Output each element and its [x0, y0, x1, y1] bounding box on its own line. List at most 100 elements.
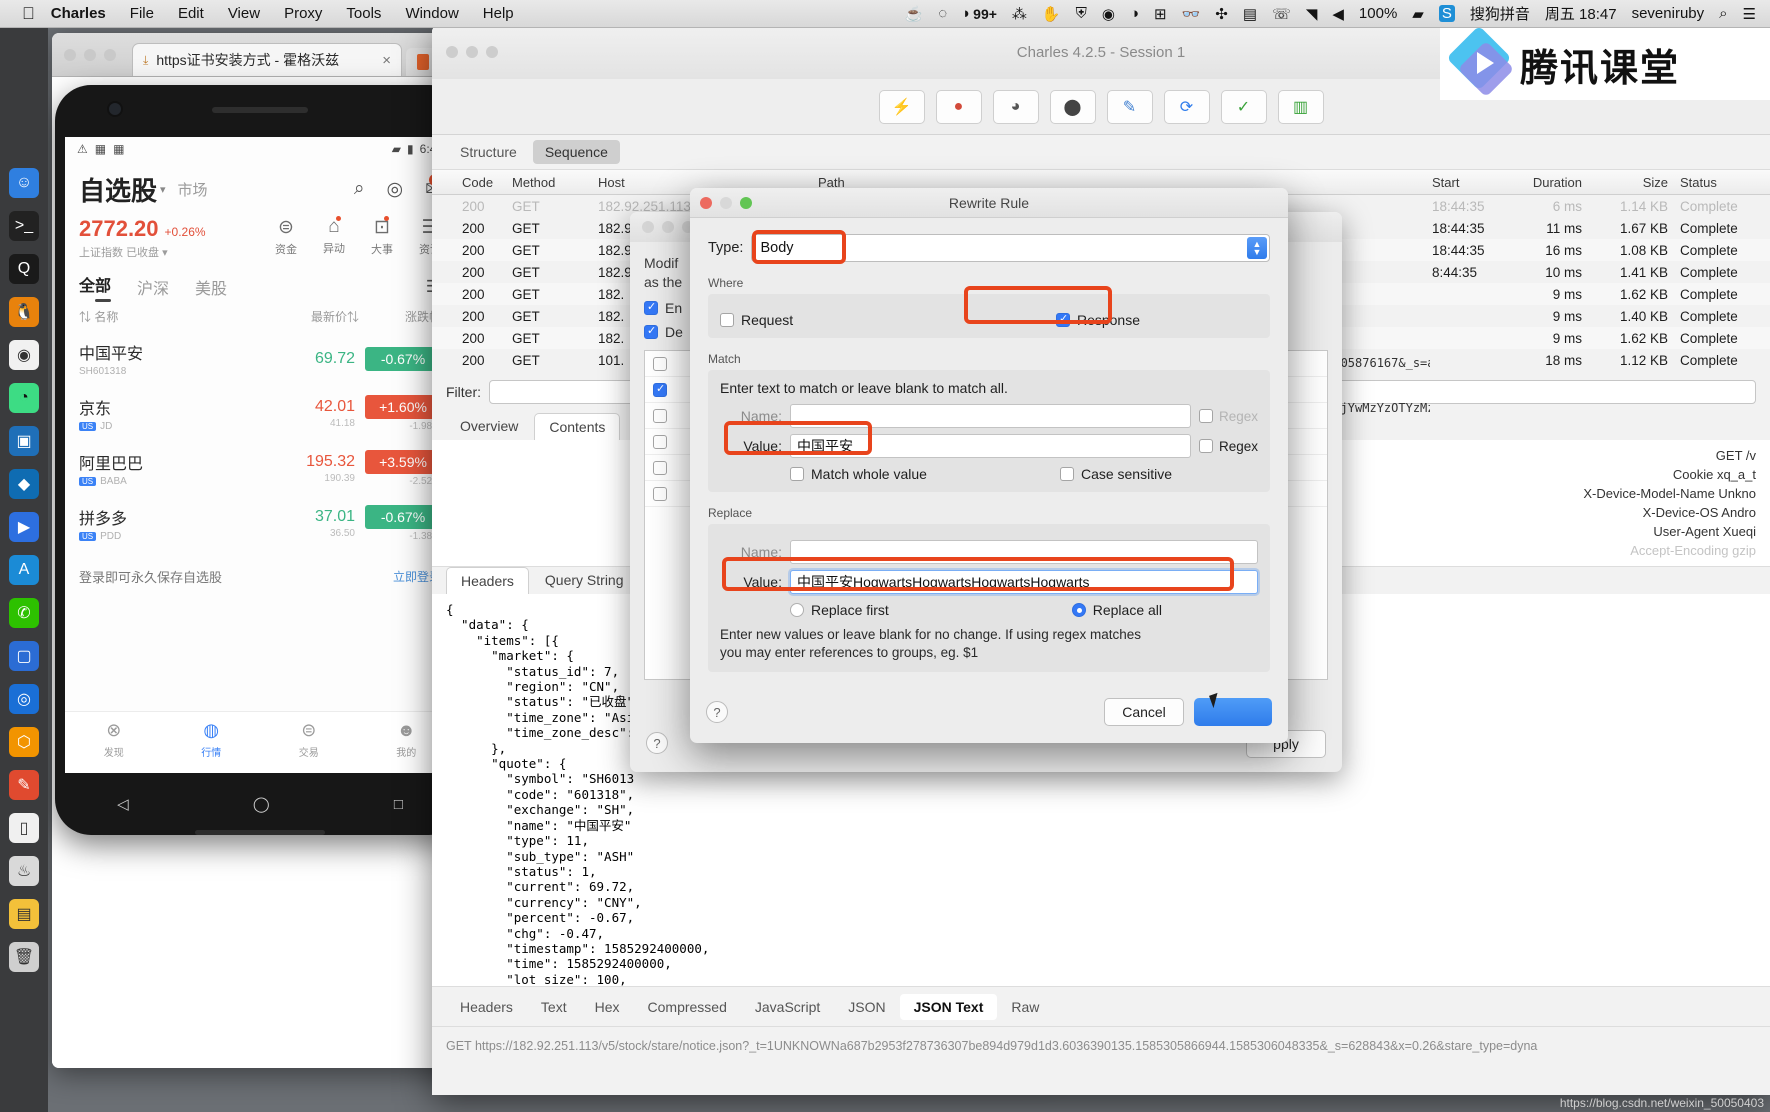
checkbox-icon[interactable]	[653, 486, 667, 501]
clock[interactable]: 周五 18:47	[1545, 3, 1617, 24]
nav-discover[interactable]: ⊗ 发现	[65, 712, 163, 773]
dock-item-appstore[interactable]: A	[9, 555, 39, 585]
phone-tab-meigu[interactable]: 美股	[195, 275, 227, 299]
menu-edit[interactable]: Edit	[178, 5, 204, 22]
browser-minimize-button[interactable]	[84, 48, 96, 61]
replace-value-input[interactable]: 中国平安HogwartsHogwartsHogwartsHogwarts	[790, 570, 1258, 594]
bluetooth-icon[interactable]: ✣	[1215, 5, 1228, 23]
grid-icon[interactable]: ⁂	[1012, 5, 1027, 23]
repeat-icon[interactable]: ⟳	[1163, 89, 1210, 124]
list-item[interactable]: 京东 US JD 42.01 41.18 +1.60% -1.98%	[65, 386, 455, 441]
dock-item-android[interactable]: ◔	[9, 383, 39, 413]
close-icon[interactable]	[642, 221, 654, 233]
col-code[interactable]: Code	[432, 175, 506, 190]
macos-menubar[interactable]:  Charles File Edit View Proxy Tools Win…	[0, 0, 1770, 28]
browser-zoom-button[interactable]	[104, 48, 116, 61]
throttle-icon[interactable]: ◕	[992, 89, 1039, 124]
radio-icon[interactable]	[1071, 603, 1086, 617]
validate-icon[interactable]: ✓	[1220, 89, 1267, 124]
dock-item-penguin[interactable]: 🐧	[9, 297, 39, 327]
bottom-tab-compressed[interactable]: Compressed	[634, 994, 741, 1020]
dock-item-book[interactable]: ▯	[9, 813, 39, 843]
quick-action-funds[interactable]: ⊜ 资金	[275, 216, 297, 257]
replace-mode-row[interactable]: Replace first Replace all	[720, 602, 1258, 618]
dock-item-player[interactable]: ▶	[9, 512, 39, 542]
col-status[interactable]: Status	[1674, 175, 1770, 190]
checkbox-icon[interactable]	[653, 408, 667, 423]
phone-bottom-nav[interactable]: ⊗ 发现 ◍ 行情 ⊜ 交易 ☻ 我的	[65, 711, 455, 773]
sogou-icon[interactable]: S	[1438, 5, 1455, 22]
checkbox-icon[interactable]	[720, 313, 734, 327]
minimize-icon[interactable]	[662, 221, 674, 233]
checkbox-icon[interactable]	[1059, 467, 1074, 481]
replace-all-radio[interactable]: Replace all	[1071, 602, 1162, 618]
dock-item-search-ring[interactable]: ◎	[9, 684, 39, 714]
checkbox-icon[interactable]	[653, 460, 667, 475]
browser-close-button[interactable]	[64, 48, 76, 61]
coffee-icon[interactable]: ☕	[905, 5, 924, 23]
search-circle-icon[interactable]: ◌	[938, 5, 947, 22]
list-item[interactable]: 中国平安 SH601318 69.72 -0.67%	[65, 331, 455, 386]
clear-icon[interactable]: ⚡	[878, 89, 925, 124]
tab-headers[interactable]: Headers	[446, 567, 529, 594]
bottom-tab-hex[interactable]: Hex	[581, 994, 634, 1020]
nav-trade[interactable]: ⊜ 交易	[260, 712, 358, 773]
dock-item-chrome[interactable]: ◉	[9, 340, 39, 370]
checkbox-icon[interactable]	[790, 467, 804, 481]
mic-icon[interactable]: ◑	[1130, 5, 1139, 22]
dock-item-finder[interactable]: ☺	[9, 168, 39, 198]
help-icon[interactable]: ?	[706, 701, 728, 723]
browser-tab[interactable]: ⤓ https证书安装方式 - 霍格沃兹 ×	[132, 43, 402, 76]
dock[interactable]: ☺ >_ Q 🐧 ◉ ◔ ▣ ◆ ▶ A ✆ ▢ ◎ ⬡ ✎ ▯ ♨ ▤ 🗑	[0, 28, 48, 1112]
bottom-tab-headers[interactable]: Headers	[446, 994, 527, 1020]
checkbox-icon[interactable]	[1198, 409, 1213, 423]
replace-name-input[interactable]	[790, 540, 1258, 564]
case-sensitive-checkbox[interactable]: Case sensitive	[1059, 466, 1172, 482]
tab-query-string[interactable]: Query String	[531, 567, 638, 594]
target-icon[interactable]: ◎	[386, 178, 403, 201]
user-name[interactable]: seveniruby	[1632, 5, 1705, 22]
compose-icon[interactable]: ✎	[1106, 89, 1153, 124]
checkbox-icon[interactable]	[644, 324, 658, 339]
menu-proxy[interactable]: Proxy	[284, 5, 322, 22]
search-icon[interactable]: ⌕	[354, 178, 365, 201]
col-start[interactable]: Start	[1426, 175, 1498, 190]
checkbox-icon[interactable]	[1198, 439, 1213, 453]
shield-icon[interactable]: ⛨	[1076, 5, 1087, 22]
tab-sequence[interactable]: Sequence	[532, 140, 620, 164]
phone-tab-all[interactable]: 全部	[79, 272, 111, 296]
checkbox-icon[interactable]	[653, 356, 667, 371]
dock-item-wechat[interactable]: ✆	[9, 598, 39, 628]
col-size[interactable]: Size	[1588, 175, 1674, 190]
menu-help[interactable]: Help	[483, 5, 514, 22]
phone-login-banner[interactable]: 登录即可永久保存自选股 立即登录	[65, 551, 455, 602]
checkbox-icon[interactable]	[653, 382, 667, 397]
bottom-tab-javascript[interactable]: JavaScript	[741, 994, 834, 1020]
tools-icon[interactable]: ▥	[1277, 89, 1324, 124]
notification-badge[interactable]: 99+	[973, 6, 997, 22]
bottom-tab-json-text[interactable]: JSON Text	[899, 993, 998, 1020]
dock-item-teapot[interactable]: ♨	[9, 856, 39, 886]
charles-view-tabs[interactable]: Structure Sequence	[432, 135, 1770, 169]
wifi-icon[interactable]: ◥	[1306, 5, 1318, 23]
display-icon[interactable]: ▤	[1243, 5, 1257, 23]
dock-item-vscode[interactable]: ◆	[9, 469, 39, 499]
breakpoint-icon[interactable]: ⬤	[1049, 89, 1096, 124]
menu-tools[interactable]: Tools	[346, 5, 381, 22]
home-circle-icon[interactable]: ◯	[253, 795, 270, 813]
menu-file[interactable]: File	[130, 5, 154, 22]
battery-icon[interactable]: ▰	[1412, 5, 1424, 23]
close-icon[interactable]: ×	[382, 52, 391, 69]
back-triangle-icon[interactable]: ◁	[117, 795, 129, 813]
match-options-row[interactable]: Match whole value Case sensitive	[720, 466, 1258, 482]
phone-tab-hushen[interactable]: 沪深	[137, 275, 169, 299]
bottom-tab-raw[interactable]: Raw	[997, 994, 1053, 1020]
record-icon[interactable]: ●	[935, 89, 982, 124]
match-name-regex[interactable]: Regex	[1198, 409, 1258, 424]
ink-drop-icon[interactable]: ◗	[962, 5, 971, 22]
phone-index-summary[interactable]: 2772.20 +0.26% 上证指数 已收盘 ▾ ⊜ 资金 ⌂ 异动 ⊡ 大事 ☰ 资讯	[65, 212, 455, 262]
android-nav-bar[interactable]: ◁ ◯ □	[55, 781, 465, 827]
rewrite-footer[interactable]: ? Cancel	[690, 681, 1288, 743]
phone-filter-tabs[interactable]: 全部 沪深 美股 ☰	[65, 262, 455, 302]
checkbox-icon[interactable]	[1055, 312, 1070, 327]
